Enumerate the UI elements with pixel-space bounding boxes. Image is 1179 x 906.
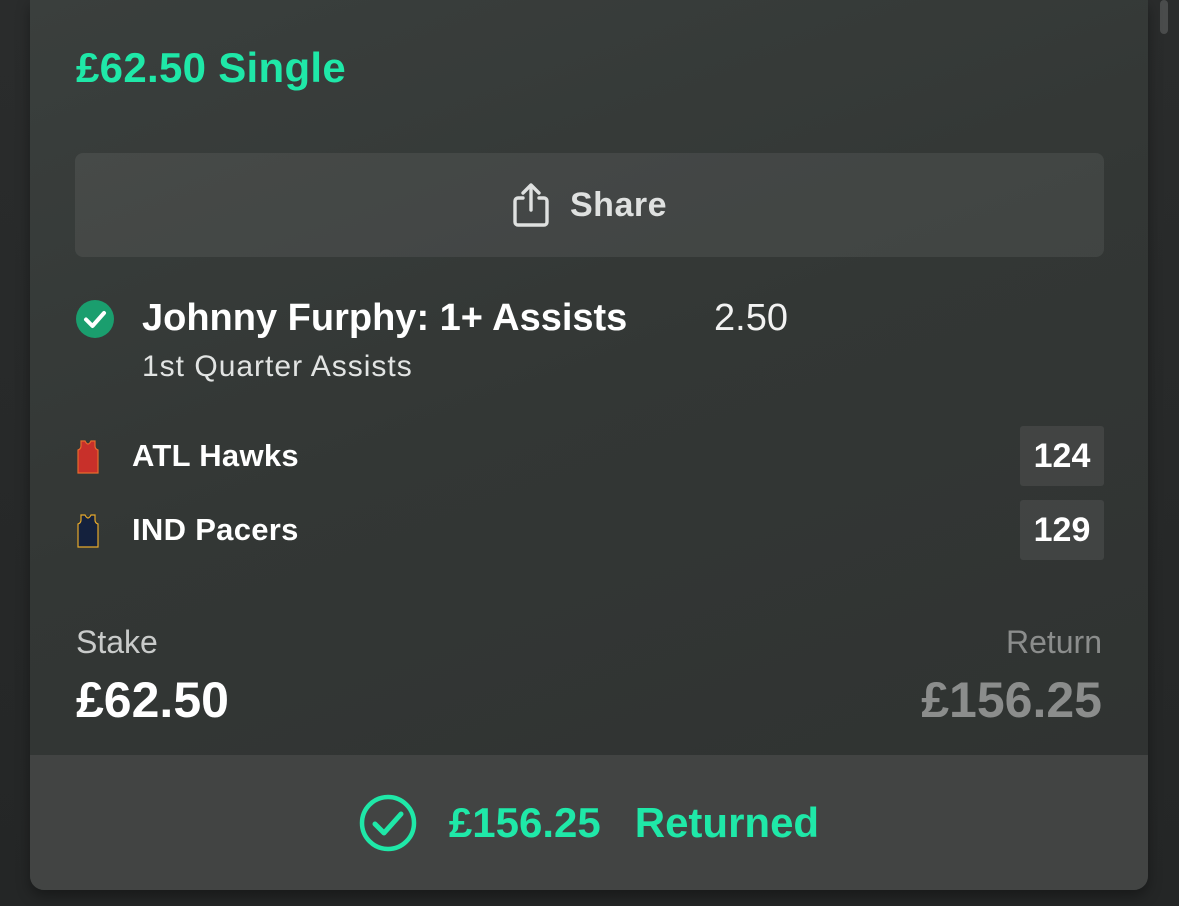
share-label: Share — [570, 185, 667, 224]
team-name: IND Pacers — [132, 512, 299, 547]
team-score: 124 — [1020, 426, 1104, 486]
selection-name: Johnny Furphy: 1+ Assists — [142, 297, 628, 339]
check-circle-outline-icon — [359, 794, 417, 851]
bet-card: £62.50 Single Share Johnny Furphy: 1+ As… — [30, 0, 1148, 890]
selection-odds: 2.50 — [714, 297, 788, 339]
jersey-icon — [77, 514, 99, 548]
team-row: IND Pacers 129 — [76, 500, 1104, 560]
scrollbar-thumb[interactable] — [1160, 0, 1168, 34]
team-name: ATL Hawks — [132, 438, 299, 473]
return-value: £156.25 — [921, 672, 1102, 728]
share-icon — [513, 183, 549, 227]
bet-title: £62.50 Single — [76, 44, 347, 91]
share-button[interactable]: Share — [75, 153, 1104, 257]
stake-value: £62.50 — [76, 672, 229, 728]
stake-label: Stake — [76, 624, 158, 660]
team-score: 129 — [1020, 500, 1104, 560]
return-label: Return — [1005, 624, 1102, 660]
market-name: 1st Quarter Assists — [142, 350, 413, 383]
returned-status: Returned — [634, 798, 820, 846]
jersey-icon — [77, 440, 99, 474]
team-row: ATL Hawks 124 — [76, 426, 1104, 486]
result-banner: £156.25 Returned — [30, 755, 1148, 890]
check-circle-icon — [76, 300, 114, 338]
returned-amount: £156.25 — [448, 798, 601, 846]
